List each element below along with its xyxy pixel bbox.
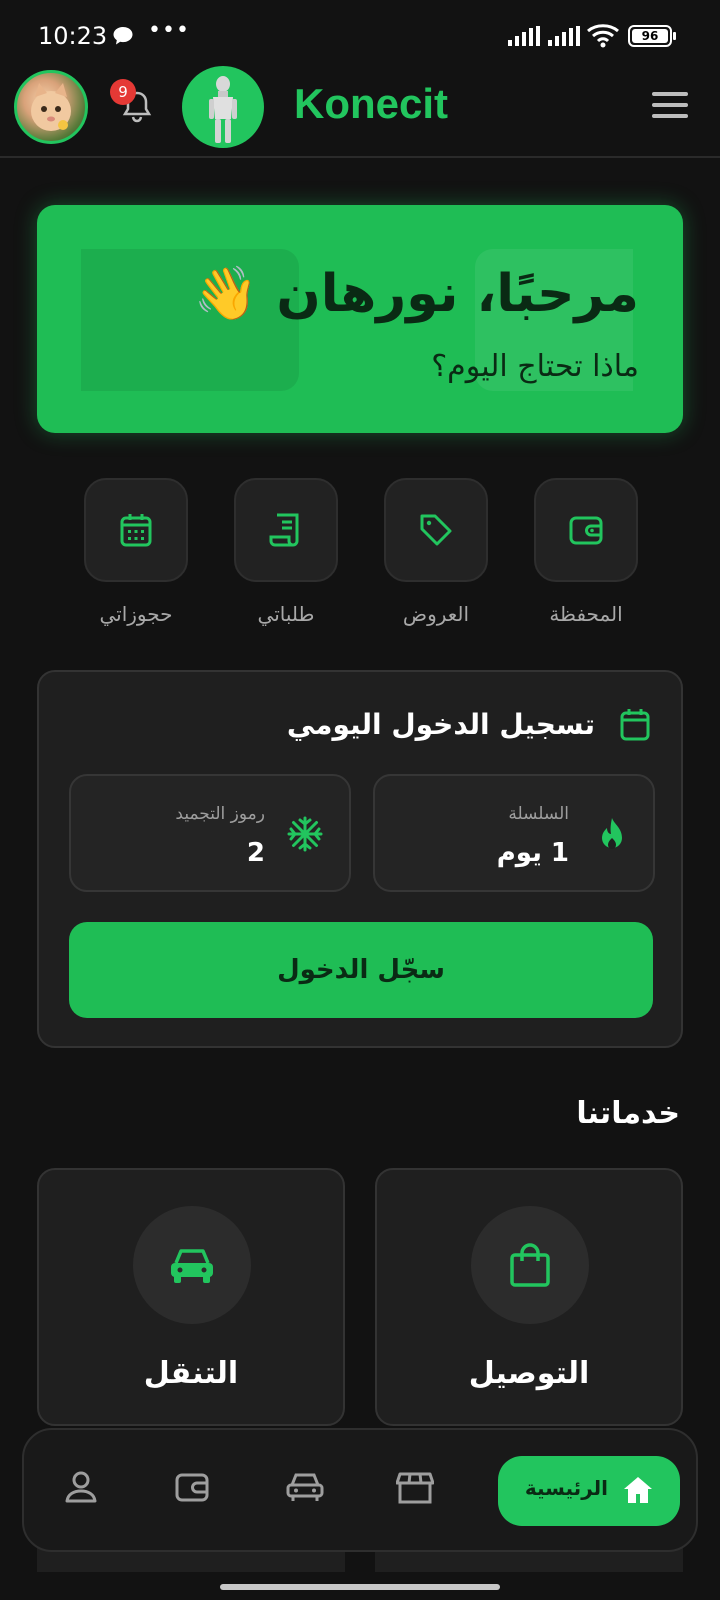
calendar-icon	[120, 514, 152, 547]
quick-action-label: حجوزاتي	[99, 602, 173, 626]
nav-home-label: الرئيسية	[524, 1476, 608, 1500]
checkin-button[interactable]: سجّل الدخول	[69, 922, 653, 1018]
store-icon[interactable]	[395, 1470, 436, 1510]
chat-bubble-icon	[112, 26, 134, 50]
quick-action-label: طلباتي	[257, 602, 315, 626]
streak-value: 1 يوم	[496, 838, 569, 868]
car-icon	[171, 1249, 213, 1283]
flame-icon	[597, 816, 627, 856]
bookings-tile[interactable]	[84, 478, 188, 582]
home-icon	[622, 1475, 654, 1509]
menu-icon[interactable]	[652, 92, 688, 120]
snowflake-icon	[287, 816, 323, 856]
bottom-nav: الرئيسية	[22, 1428, 698, 1552]
streak-stat: السلسلة 1 يوم	[373, 774, 655, 892]
battery-level: 96	[632, 29, 668, 43]
nav-home-button[interactable]: الرئيسية	[498, 1456, 680, 1526]
more-notifications-icon: •••	[148, 18, 190, 43]
quick-action-orders[interactable]: طلباتي	[234, 478, 338, 626]
service-label: التنقل	[143, 1356, 239, 1391]
service-icon-circle	[133, 1206, 251, 1324]
battery-icon: 96	[628, 25, 676, 47]
service-icon-circle	[471, 1206, 589, 1324]
calendar-icon	[619, 708, 651, 746]
quick-action-label: المحفظة	[549, 602, 623, 626]
shopping-bag-icon	[510, 1243, 550, 1287]
avatar[interactable]	[14, 70, 88, 144]
user-icon[interactable]	[64, 1470, 104, 1510]
wallet-icon[interactable]	[174, 1470, 214, 1510]
service-label: التوصيل	[468, 1356, 590, 1391]
car-icon[interactable]	[286, 1470, 326, 1510]
service-delivery[interactable]: التوصيل	[375, 1168, 683, 1426]
status-bar: 10:23 ••• 96	[0, 0, 720, 62]
quick-action-label: العروض	[402, 602, 470, 626]
signal-icon	[508, 26, 540, 50]
quick-action-offers[interactable]: العروض	[384, 478, 488, 626]
quick-action-bookings[interactable]: حجوزاتي	[84, 478, 188, 626]
signal-icon	[548, 26, 580, 50]
wallet-icon	[569, 516, 603, 545]
wifi-icon	[586, 22, 620, 52]
wallet-tile[interactable]	[534, 478, 638, 582]
app-header: 9 Konecit	[0, 62, 720, 158]
services-title: خدماتنا	[576, 1096, 680, 1131]
orders-tile[interactable]	[234, 478, 338, 582]
tag-icon	[420, 514, 452, 546]
checkin-title: تسجيل الدخول اليومي	[286, 708, 595, 741]
welcome-card: مرحبًا، نورهان 👋 ماذا تحتاج اليوم؟	[37, 205, 683, 433]
service-transport[interactable]: التنقل	[37, 1168, 345, 1426]
brand-name: Konecit	[294, 80, 449, 127]
offers-tile[interactable]	[384, 478, 488, 582]
receipt-icon	[269, 513, 299, 547]
freeze-label: رموز التجميد	[175, 804, 265, 824]
notification-badge: 9	[110, 79, 136, 105]
welcome-subtitle: ماذا تحتاج اليوم؟	[431, 349, 639, 384]
welcome-title: مرحبًا، نورهان 👋	[193, 264, 639, 324]
daily-checkin-card: تسجيل الدخول اليومي السلسلة 1 يوم رموز ا…	[37, 670, 683, 1048]
robot-logo	[182, 66, 264, 148]
home-indicator[interactable]	[220, 1584, 500, 1590]
status-time: 10:23	[38, 22, 108, 50]
freeze-tokens-stat: رموز التجميد 2	[69, 774, 351, 892]
freeze-value: 2	[246, 838, 265, 868]
quick-action-wallet[interactable]: المحفظة	[534, 478, 638, 626]
streak-label: السلسلة	[508, 804, 569, 824]
